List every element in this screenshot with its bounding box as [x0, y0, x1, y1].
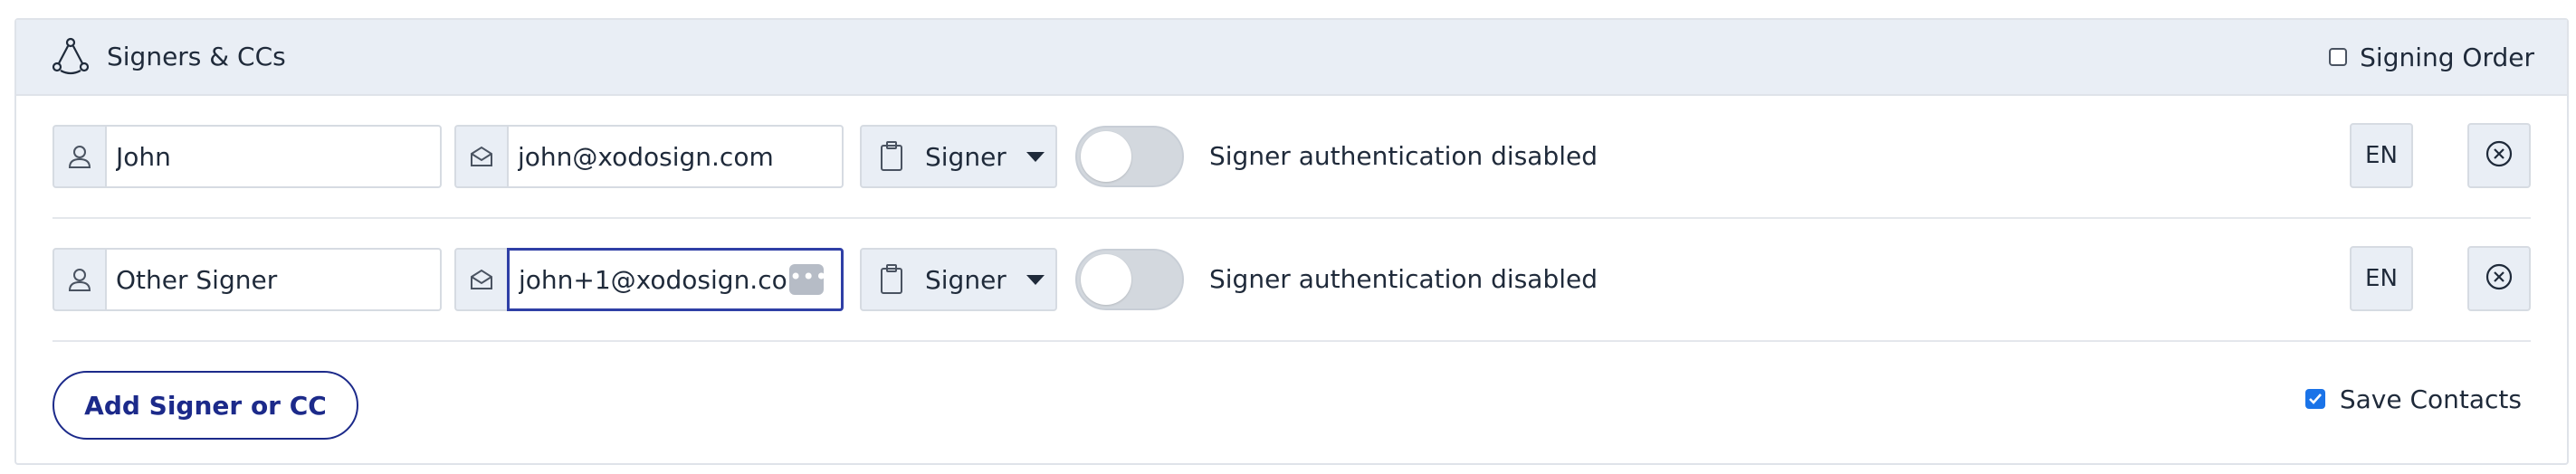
panel-title: Signers & CCs: [107, 42, 286, 71]
role-label: Signer: [925, 141, 1007, 172]
save-contacts-checkbox[interactable]: [2304, 389, 2325, 409]
toggle-knob: [1081, 131, 1131, 182]
envelope-icon: [454, 125, 507, 188]
add-signer-button[interactable]: Add Signer or CC: [52, 371, 358, 440]
signer-auth-toggle[interactable]: [1075, 249, 1184, 310]
signer-row: Signer Signer authentication disabled EN: [52, 123, 2531, 188]
envelope-icon: [454, 248, 507, 311]
panel-header: Signers & CCs Signing Order: [16, 20, 2567, 96]
toggle-knob: [1081, 254, 1131, 305]
signer-auth-toggle[interactable]: [1075, 126, 1184, 187]
signing-order-checkbox[interactable]: [2329, 48, 2348, 66]
role-select[interactable]: Signer: [860, 125, 1057, 188]
language-button[interactable]: EN: [2350, 123, 2413, 188]
role-label: Signer: [925, 264, 1007, 295]
row-divider: [52, 340, 2531, 342]
caret-down-icon: [1026, 274, 1045, 285]
close-circle-icon: [2485, 139, 2514, 172]
signers-panel: Signers & CCs Signing Order John john@xo…: [14, 18, 2569, 465]
language-button[interactable]: EN: [2350, 246, 2413, 311]
checkmark-icon: [2308, 393, 2322, 404]
signer-email-input[interactable]: [507, 125, 844, 188]
person-icon: [52, 125, 105, 188]
person-icon: [52, 248, 105, 311]
signers-network-icon: [51, 36, 91, 76]
save-contacts-label: Save Contacts: [2339, 384, 2522, 414]
signer-row: ••• Signer Signer authentication disable…: [52, 246, 2531, 311]
signer-name-input[interactable]: [105, 248, 442, 311]
signer-name-group: [52, 125, 442, 188]
signer-email-group: •••: [454, 248, 844, 311]
row-divider: [52, 217, 2531, 219]
save-contacts-toggle[interactable]: Save Contacts: [2304, 384, 2522, 414]
role-select[interactable]: Signer: [860, 248, 1057, 311]
caret-down-icon: [1026, 151, 1045, 162]
auth-status-text: Signer authentication disabled: [1209, 264, 1598, 294]
signer-email-group: [454, 125, 844, 188]
auth-status-text: Signer authentication disabled: [1209, 141, 1598, 171]
close-circle-icon: [2485, 262, 2514, 295]
remove-signer-button[interactable]: [2467, 246, 2531, 311]
signer-name-group: [52, 248, 442, 311]
signing-order-label: Signing Order: [2360, 42, 2534, 72]
clipboard-icon: [878, 140, 905, 173]
remove-signer-button[interactable]: [2467, 123, 2531, 188]
clipboard-icon: [878, 263, 905, 296]
autofill-ellipsis-icon[interactable]: •••: [789, 264, 827, 295]
signer-name-input[interactable]: [105, 125, 442, 188]
signing-order-toggle[interactable]: Signing Order: [2329, 42, 2534, 72]
